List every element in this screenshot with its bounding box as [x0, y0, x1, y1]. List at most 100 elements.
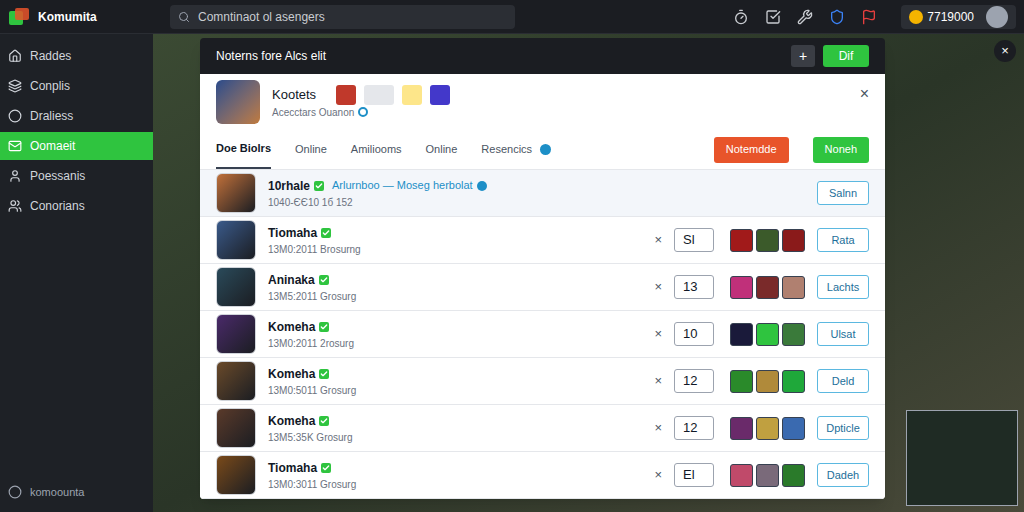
- friend-name: Komeha: [268, 365, 315, 383]
- item-tile: [782, 323, 805, 346]
- verified-badge-icon: [319, 275, 329, 285]
- row-action-button[interactable]: Deld: [817, 369, 869, 393]
- avatar-icon[interactable]: [986, 6, 1008, 28]
- friend-row[interactable]: Aninaka13M5:2011 Grosurg×13Lachts: [200, 264, 885, 311]
- count-box: 12: [674, 369, 714, 393]
- avatar: [216, 314, 256, 354]
- tab[interactable]: Online: [426, 130, 458, 169]
- item-tile: [782, 370, 805, 393]
- item-tile: [730, 417, 753, 440]
- add-button[interactable]: +: [791, 45, 815, 67]
- friend-name: Tiomaha: [268, 224, 317, 242]
- avatar: [216, 173, 256, 213]
- row-action-button[interactable]: Lachts: [817, 275, 869, 299]
- sidebar-footer[interactable]: komoounta: [0, 484, 153, 512]
- shield-icon[interactable]: [829, 9, 845, 25]
- friend-row[interactable]: Tiomaha13M0:2011 Brosurng × Sl Rata: [200, 217, 885, 264]
- sidebar-item[interactable]: Poessanis: [0, 162, 153, 190]
- sidebar: RaddesConplisDraliessOomaeitPoessanisCon…: [0, 34, 153, 512]
- help-icon: [540, 144, 551, 155]
- friend-detail: 13M5:2011 Grosurg: [268, 289, 638, 304]
- coin-display: 7719000: [901, 5, 1016, 29]
- check-icon[interactable]: [765, 9, 781, 25]
- remove-button[interactable]: ×: [650, 465, 666, 485]
- friend-row[interactable]: Komeha13M5:35K Grosurg×12Dpticle: [200, 405, 885, 452]
- tab[interactable]: Amiliooms: [351, 130, 402, 169]
- friend-detail: 13M0:2011 2rosurg: [268, 336, 638, 351]
- item-tile: [782, 276, 805, 299]
- sidebar-item[interactable]: Raddes: [0, 42, 153, 70]
- info-badge-icon: [477, 181, 487, 191]
- avatar: [216, 220, 256, 260]
- tab[interactable]: Online: [295, 130, 327, 169]
- verified-badge-icon: [319, 322, 329, 332]
- info-badge-icon: [358, 107, 368, 117]
- remove-button[interactable]: ×: [650, 324, 666, 344]
- users-icon: [8, 199, 22, 213]
- verified-badge-icon: [314, 181, 324, 191]
- row-action-button[interactable]: Dadeh: [817, 463, 869, 487]
- item-tile: [730, 464, 753, 487]
- sidebar-item[interactable]: Conplis: [0, 72, 153, 100]
- close-button[interactable]: ×: [860, 82, 869, 106]
- tab-bar: Doe Biolrs Online Amiliooms Online Resencics…: [200, 130, 885, 170]
- count-box: 10: [674, 322, 714, 346]
- friend-detail: 13M0:2011 Brosurng: [268, 242, 638, 257]
- friend-detail: 13M0:5011 Grosurg: [268, 383, 638, 398]
- count-box: Sl: [674, 228, 714, 252]
- verified-badge-icon: [319, 416, 329, 426]
- tab[interactable]: Doe Biolrs: [216, 130, 271, 169]
- avatar: [216, 361, 256, 401]
- item-tile: [756, 417, 779, 440]
- app-name: Komumita: [38, 8, 97, 26]
- action-button[interactable]: Notemdde: [714, 137, 789, 163]
- tab[interactable]: Resencics: [481, 130, 551, 169]
- row-action-button[interactable]: Salnn: [817, 181, 869, 205]
- avatar: [216, 267, 256, 307]
- timer-icon[interactable]: [733, 9, 749, 25]
- top-bar: Komumita Comntinaot ol asengers 7719000: [0, 0, 1024, 34]
- flag-icon[interactable]: [861, 9, 877, 25]
- item-tile: [756, 370, 779, 393]
- friend-row[interactable]: Tiomaha13M0:3011 Grosurg×ElDadeh: [200, 452, 885, 499]
- friend-name: Komeha: [268, 412, 315, 430]
- row-action-button[interactable]: Ulsat: [817, 322, 869, 346]
- sidebar-item[interactable]: Draliess: [0, 102, 153, 130]
- sidebar-item[interactable]: Conorians: [0, 192, 153, 220]
- remove-button[interactable]: ×: [650, 418, 666, 438]
- item-tile: [730, 276, 753, 299]
- remove-button[interactable]: ×: [650, 371, 666, 391]
- user-icon: [8, 169, 22, 183]
- gem-icon: [430, 85, 450, 105]
- dialog-title: Noterns fore Alcs elit: [216, 47, 783, 65]
- profile-avatar: [216, 80, 260, 124]
- row-action-button[interactable]: Rata: [817, 228, 869, 252]
- account-icon: [8, 485, 22, 499]
- minimap[interactable]: [906, 410, 1018, 506]
- action-button[interactable]: Noneh: [813, 137, 869, 163]
- friend-detail: 1040-ЄЄ10 1б 152: [268, 195, 805, 210]
- friend-name: Komeha: [268, 318, 315, 336]
- confirm-button[interactable]: Dif: [823, 45, 869, 67]
- friend-link[interactable]: Arlurnboo — Moseg herbolat: [332, 177, 473, 194]
- friend-row[interactable]: 10rhaleArlurnboo — Moseg herbolat1040-ЄЄ…: [200, 170, 885, 217]
- overlay-close-button[interactable]: ×: [994, 40, 1016, 62]
- friend-name: Aninaka: [268, 271, 315, 289]
- friend-row[interactable]: Komeha13M0:5011 Grosurg × 12 Deld: [200, 358, 885, 405]
- item-tile: [756, 276, 779, 299]
- wrench-icon[interactable]: [797, 9, 813, 25]
- item-tile: [756, 323, 779, 346]
- row-action-button[interactable]: Dpticle: [817, 416, 869, 440]
- count-box: El: [674, 463, 714, 487]
- remove-button[interactable]: ×: [650, 230, 666, 250]
- search-field[interactable]: Comntinaot ol asengers: [170, 5, 515, 29]
- circle-icon: [8, 109, 22, 123]
- friend-row[interactable]: Komeha13M0:2011 2rosurg × 10 Ulsat: [200, 311, 885, 358]
- arrow-icon: [364, 85, 394, 105]
- avatar: [216, 408, 256, 448]
- remove-button[interactable]: ×: [650, 277, 666, 297]
- avatar: [216, 455, 256, 495]
- friend-name: Tiomaha: [268, 459, 317, 477]
- sidebar-item[interactable]: Oomaeit: [0, 132, 153, 160]
- game-view: Noterns fore Alcs elit+DifKootetsAceccta…: [153, 34, 1024, 512]
